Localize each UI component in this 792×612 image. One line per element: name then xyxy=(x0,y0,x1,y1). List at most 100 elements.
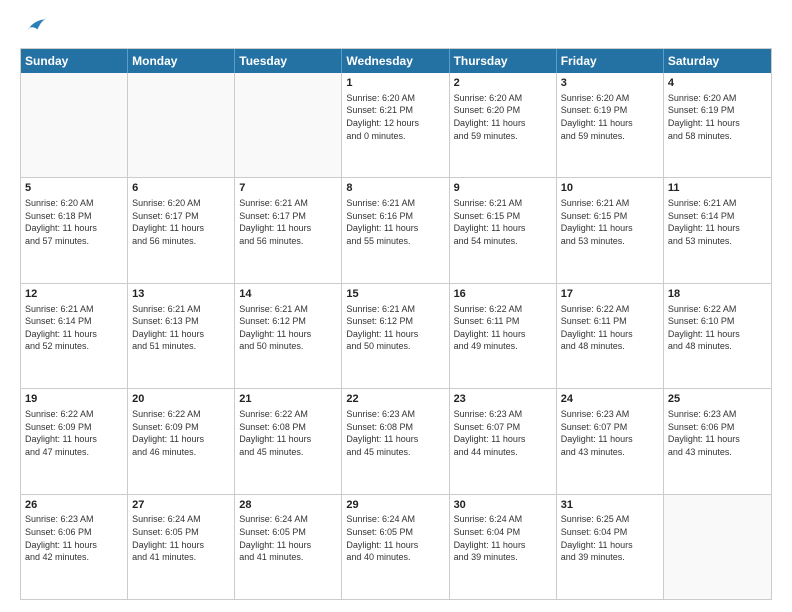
cell-info: Sunrise: 6:24 AM Sunset: 6:05 PM Dayligh… xyxy=(132,513,230,563)
cell-info: Sunrise: 6:20 AM Sunset: 6:17 PM Dayligh… xyxy=(132,197,230,247)
day-cell-31: 31Sunrise: 6:25 AM Sunset: 6:04 PM Dayli… xyxy=(557,495,664,599)
day-number: 1 xyxy=(346,76,444,91)
day-cell-10: 10Sunrise: 6:21 AM Sunset: 6:15 PM Dayli… xyxy=(557,178,664,282)
day-cell-13: 13Sunrise: 6:21 AM Sunset: 6:13 PM Dayli… xyxy=(128,284,235,388)
calendar-body: 1Sunrise: 6:20 AM Sunset: 6:21 PM Daylig… xyxy=(21,73,771,599)
day-number: 5 xyxy=(25,181,123,196)
day-number: 30 xyxy=(454,498,552,513)
day-number: 14 xyxy=(239,287,337,302)
day-number: 10 xyxy=(561,181,659,196)
cell-info: Sunrise: 6:23 AM Sunset: 6:07 PM Dayligh… xyxy=(454,408,552,458)
calendar: SundayMondayTuesdayWednesdayThursdayFrid… xyxy=(20,48,772,600)
weekday-header-friday: Friday xyxy=(557,49,664,73)
cell-info: Sunrise: 6:21 AM Sunset: 6:16 PM Dayligh… xyxy=(346,197,444,247)
day-cell-27: 27Sunrise: 6:24 AM Sunset: 6:05 PM Dayli… xyxy=(128,495,235,599)
weekday-header-wednesday: Wednesday xyxy=(342,49,449,73)
weekday-header-saturday: Saturday xyxy=(664,49,771,73)
day-cell-28: 28Sunrise: 6:24 AM Sunset: 6:05 PM Dayli… xyxy=(235,495,342,599)
calendar-header: SundayMondayTuesdayWednesdayThursdayFrid… xyxy=(21,49,771,73)
day-cell-23: 23Sunrise: 6:23 AM Sunset: 6:07 PM Dayli… xyxy=(450,389,557,493)
day-number: 18 xyxy=(668,287,767,302)
day-number: 9 xyxy=(454,181,552,196)
cell-info: Sunrise: 6:21 AM Sunset: 6:14 PM Dayligh… xyxy=(668,197,767,247)
day-number: 13 xyxy=(132,287,230,302)
weekday-header-sunday: Sunday xyxy=(21,49,128,73)
day-cell-17: 17Sunrise: 6:22 AM Sunset: 6:11 PM Dayli… xyxy=(557,284,664,388)
cell-info: Sunrise: 6:21 AM Sunset: 6:17 PM Dayligh… xyxy=(239,197,337,247)
day-number: 23 xyxy=(454,392,552,407)
day-cell-25: 25Sunrise: 6:23 AM Sunset: 6:06 PM Dayli… xyxy=(664,389,771,493)
day-cell-15: 15Sunrise: 6:21 AM Sunset: 6:12 PM Dayli… xyxy=(342,284,449,388)
cell-info: Sunrise: 6:23 AM Sunset: 6:06 PM Dayligh… xyxy=(668,408,767,458)
day-cell-18: 18Sunrise: 6:22 AM Sunset: 6:10 PM Dayli… xyxy=(664,284,771,388)
day-cell-26: 26Sunrise: 6:23 AM Sunset: 6:06 PM Dayli… xyxy=(21,495,128,599)
day-cell-29: 29Sunrise: 6:24 AM Sunset: 6:05 PM Dayli… xyxy=(342,495,449,599)
cell-info: Sunrise: 6:20 AM Sunset: 6:18 PM Dayligh… xyxy=(25,197,123,247)
empty-cell-0-2 xyxy=(235,73,342,177)
cell-info: Sunrise: 6:22 AM Sunset: 6:10 PM Dayligh… xyxy=(668,303,767,353)
day-number: 3 xyxy=(561,76,659,91)
cell-info: Sunrise: 6:21 AM Sunset: 6:12 PM Dayligh… xyxy=(346,303,444,353)
day-cell-16: 16Sunrise: 6:22 AM Sunset: 6:11 PM Dayli… xyxy=(450,284,557,388)
day-cell-19: 19Sunrise: 6:22 AM Sunset: 6:09 PM Dayli… xyxy=(21,389,128,493)
day-cell-30: 30Sunrise: 6:24 AM Sunset: 6:04 PM Dayli… xyxy=(450,495,557,599)
day-number: 19 xyxy=(25,392,123,407)
day-cell-8: 8Sunrise: 6:21 AM Sunset: 6:16 PM Daylig… xyxy=(342,178,449,282)
day-number: 17 xyxy=(561,287,659,302)
logo-icon xyxy=(20,16,48,38)
day-cell-2: 2Sunrise: 6:20 AM Sunset: 6:20 PM Daylig… xyxy=(450,73,557,177)
day-number: 7 xyxy=(239,181,337,196)
day-cell-14: 14Sunrise: 6:21 AM Sunset: 6:12 PM Dayli… xyxy=(235,284,342,388)
cell-info: Sunrise: 6:25 AM Sunset: 6:04 PM Dayligh… xyxy=(561,513,659,563)
day-number: 20 xyxy=(132,392,230,407)
calendar-row-5: 26Sunrise: 6:23 AM Sunset: 6:06 PM Dayli… xyxy=(21,494,771,599)
day-number: 27 xyxy=(132,498,230,513)
day-cell-6: 6Sunrise: 6:20 AM Sunset: 6:17 PM Daylig… xyxy=(128,178,235,282)
day-number: 4 xyxy=(668,76,767,91)
calendar-row-3: 12Sunrise: 6:21 AM Sunset: 6:14 PM Dayli… xyxy=(21,283,771,388)
day-number: 2 xyxy=(454,76,552,91)
cell-info: Sunrise: 6:20 AM Sunset: 6:20 PM Dayligh… xyxy=(454,92,552,142)
cell-info: Sunrise: 6:23 AM Sunset: 6:07 PM Dayligh… xyxy=(561,408,659,458)
day-cell-1: 1Sunrise: 6:20 AM Sunset: 6:21 PM Daylig… xyxy=(342,73,449,177)
calendar-row-1: 1Sunrise: 6:20 AM Sunset: 6:21 PM Daylig… xyxy=(21,73,771,177)
cell-info: Sunrise: 6:21 AM Sunset: 6:14 PM Dayligh… xyxy=(25,303,123,353)
day-cell-4: 4Sunrise: 6:20 AM Sunset: 6:19 PM Daylig… xyxy=(664,73,771,177)
weekday-header-monday: Monday xyxy=(128,49,235,73)
cell-info: Sunrise: 6:24 AM Sunset: 6:05 PM Dayligh… xyxy=(346,513,444,563)
day-number: 6 xyxy=(132,181,230,196)
empty-cell-4-6 xyxy=(664,495,771,599)
cell-info: Sunrise: 6:22 AM Sunset: 6:09 PM Dayligh… xyxy=(25,408,123,458)
day-number: 16 xyxy=(454,287,552,302)
cell-info: Sunrise: 6:22 AM Sunset: 6:11 PM Dayligh… xyxy=(561,303,659,353)
empty-cell-0-1 xyxy=(128,73,235,177)
day-number: 11 xyxy=(668,181,767,196)
day-cell-3: 3Sunrise: 6:20 AM Sunset: 6:19 PM Daylig… xyxy=(557,73,664,177)
day-cell-24: 24Sunrise: 6:23 AM Sunset: 6:07 PM Dayli… xyxy=(557,389,664,493)
day-number: 21 xyxy=(239,392,337,407)
day-cell-7: 7Sunrise: 6:21 AM Sunset: 6:17 PM Daylig… xyxy=(235,178,342,282)
day-cell-20: 20Sunrise: 6:22 AM Sunset: 6:09 PM Dayli… xyxy=(128,389,235,493)
day-number: 8 xyxy=(346,181,444,196)
header xyxy=(20,16,772,38)
cell-info: Sunrise: 6:21 AM Sunset: 6:15 PM Dayligh… xyxy=(454,197,552,247)
day-number: 12 xyxy=(25,287,123,302)
logo xyxy=(20,16,52,38)
cell-info: Sunrise: 6:23 AM Sunset: 6:06 PM Dayligh… xyxy=(25,513,123,563)
day-number: 31 xyxy=(561,498,659,513)
cell-info: Sunrise: 6:21 AM Sunset: 6:12 PM Dayligh… xyxy=(239,303,337,353)
weekday-header-tuesday: Tuesday xyxy=(235,49,342,73)
cell-info: Sunrise: 6:21 AM Sunset: 6:15 PM Dayligh… xyxy=(561,197,659,247)
day-cell-11: 11Sunrise: 6:21 AM Sunset: 6:14 PM Dayli… xyxy=(664,178,771,282)
day-cell-5: 5Sunrise: 6:20 AM Sunset: 6:18 PM Daylig… xyxy=(21,178,128,282)
day-cell-21: 21Sunrise: 6:22 AM Sunset: 6:08 PM Dayli… xyxy=(235,389,342,493)
day-number: 28 xyxy=(239,498,337,513)
day-number: 26 xyxy=(25,498,123,513)
cell-info: Sunrise: 6:22 AM Sunset: 6:11 PM Dayligh… xyxy=(454,303,552,353)
day-number: 15 xyxy=(346,287,444,302)
day-number: 24 xyxy=(561,392,659,407)
empty-cell-0-0 xyxy=(21,73,128,177)
page: SundayMondayTuesdayWednesdayThursdayFrid… xyxy=(0,0,792,612)
day-number: 25 xyxy=(668,392,767,407)
cell-info: Sunrise: 6:21 AM Sunset: 6:13 PM Dayligh… xyxy=(132,303,230,353)
